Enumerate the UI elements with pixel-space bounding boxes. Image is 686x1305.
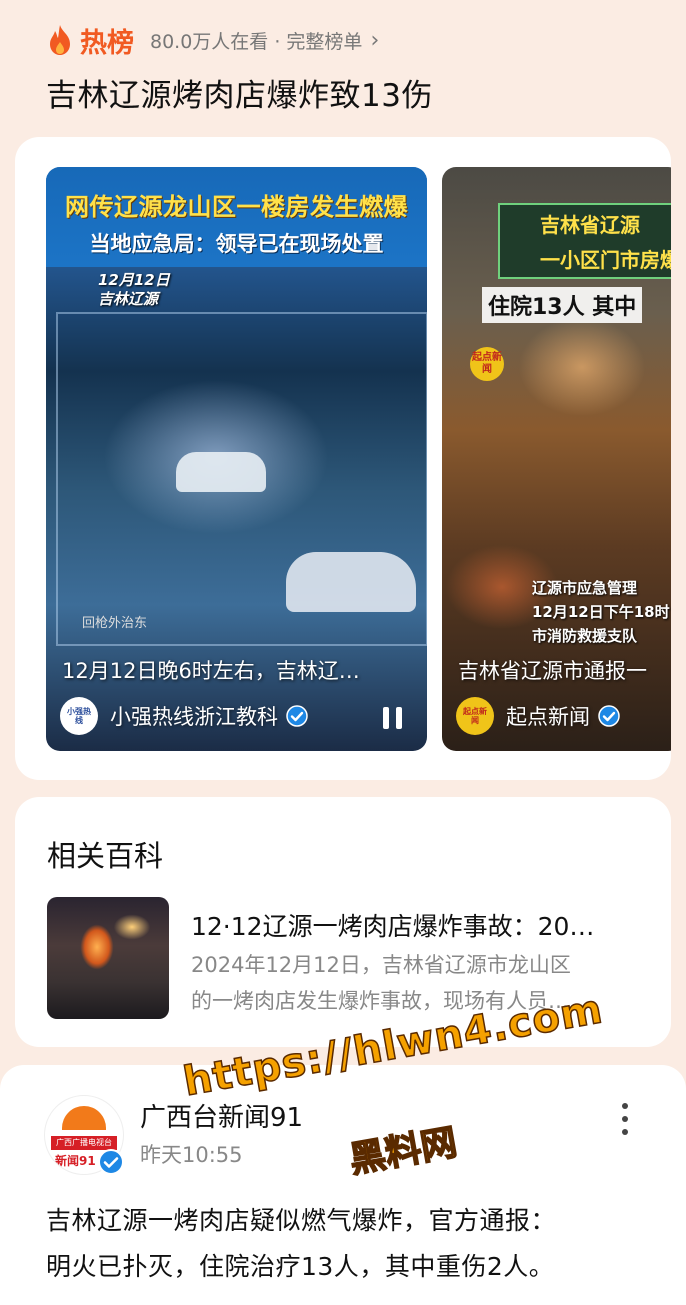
cctv-location: 吉林辽源 <box>98 290 159 308</box>
post-text[interactable]: 明火已扑灭，住院治疗13人，其中重伤2人。 <box>46 1247 554 1283</box>
avatar-label: 广西广播电视台 <box>51 1136 117 1150</box>
video-carousel[interactable]: 网传辽源龙山区一楼房发生燃爆 当地应急局：领导已在现场处置 12月12日 吉林辽… <box>15 137 671 780</box>
source-badge: 起点新闻 <box>470 347 504 381</box>
overlay-text: 辽源市应急管理 <box>532 579 638 597</box>
pause-icon[interactable] <box>383 707 403 729</box>
post-text[interactable]: 吉林辽源一烤肉店疑似燃气爆炸，官方通报： <box>46 1201 556 1237</box>
avatar-text: 起点新闻 <box>463 707 487 725</box>
verified-icon <box>98 1149 124 1175</box>
avatar[interactable]: 起点新闻 <box>456 697 494 735</box>
banner-subheadline: 当地应急局：领导已在现场处置 <box>89 232 384 256</box>
hot-list-title: 热榜 <box>80 27 134 59</box>
video-banner: 网传辽源龙山区一楼房发生燃爆 当地应急局：领导已在现场处置 <box>46 167 427 267</box>
chevron-right-icon[interactable]: › <box>370 28 379 53</box>
author-name[interactable]: 起点新闻 <box>506 701 590 731</box>
wiki-thumbnail[interactable] <box>47 897 169 1019</box>
video-banner: 吉林省辽源 一小区门市房爆 <box>498 203 671 279</box>
overlay-text: 市消防救援支队 <box>532 627 638 645</box>
car-shape <box>176 452 266 492</box>
video-caption[interactable]: 吉林省辽源市通报一 <box>458 655 647 685</box>
cctv-overlay-text: 回枪外治东 <box>82 616 148 631</box>
video-author[interactable]: 起点新闻 起点新闻 <box>456 697 620 735</box>
car-shape <box>286 552 416 612</box>
sun-logo-icon <box>62 1106 106 1130</box>
news-post-card[interactable]: 广西广播电视台 新闻91 广西台新闻91 昨天10:55 吉林辽源一烤肉店疑似燃… <box>0 1065 686 1305</box>
cctv-date: 12月12日 <box>98 271 170 289</box>
verified-icon <box>286 705 308 727</box>
wiki-description: 2024年12月12日，吉林省辽源市龙山区 <box>191 953 571 977</box>
wiki-item-title[interactable]: 12·12辽源一烤肉店爆炸事故：20… <box>191 907 641 943</box>
video-author[interactable]: 小强热线 小强热线浙江教科 <box>60 697 308 735</box>
viewer-count-link[interactable]: 80.0万人在看 · 完整榜单 <box>150 27 362 54</box>
more-icon[interactable] <box>620 1103 630 1137</box>
verified-icon <box>598 705 620 727</box>
avatar-text: 小强热线 <box>67 707 91 725</box>
video-tile[interactable]: 吉林省辽源 一小区门市房爆 住院13人 其中 起点新闻 辽源市应急管理 12月1… <box>442 167 671 751</box>
flame-icon <box>50 25 70 55</box>
banner-headline: 吉林省辽源 <box>540 213 640 237</box>
video-tile[interactable]: 网传辽源龙山区一楼房发生燃爆 当地应急局：领导已在现场处置 12月12日 吉林辽… <box>46 167 427 751</box>
banner-subheadline: 一小区门市房爆 <box>540 248 671 272</box>
cctv-date-label: 12月12日 吉林辽源 <box>98 271 170 309</box>
post-author[interactable]: 广西台新闻91 <box>140 1097 303 1134</box>
avatar[interactable]: 小强热线 <box>60 697 98 735</box>
banner-headline: 网传辽源龙山区一楼房发生燃爆 <box>65 193 408 221</box>
author-name[interactable]: 小强热线浙江教科 <box>110 701 278 731</box>
overlay-text: 12月12日下午18时 <box>532 603 670 621</box>
page-title: 吉林辽源烤肉店爆炸致13伤 <box>46 78 433 114</box>
post-timestamp: 昨天10:55 <box>140 1143 243 1167</box>
section-title: 相关百科 <box>47 839 164 873</box>
avatar-sub-label: 新闻91 <box>55 1154 96 1168</box>
video-caption[interactable]: 12月12日晚6时左右，吉林辽… <box>62 655 360 685</box>
overlay-title: 住院13人 其中 <box>482 287 643 323</box>
hot-list-header[interactable]: 热榜 80.0万人在看 · 完整榜单 › <box>46 22 379 59</box>
badge-text: 起点新闻 <box>472 352 502 375</box>
